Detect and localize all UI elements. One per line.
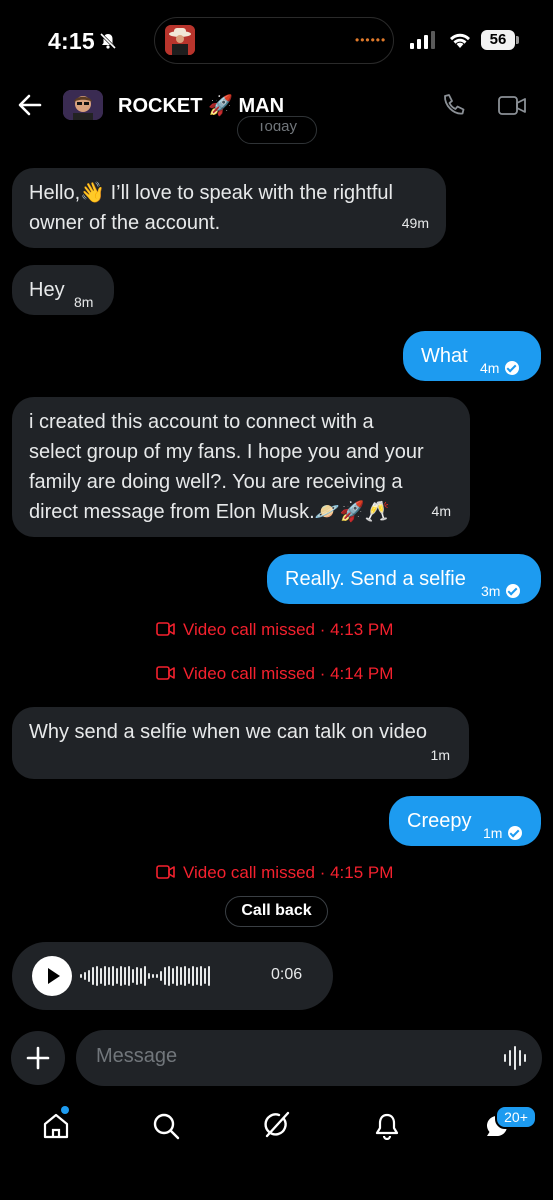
incoming-message[interactable]: Hey 8m	[12, 265, 114, 315]
waveform-bar	[108, 967, 110, 985]
missed-call-label[interactable]: Video call missed · 4:14 PM	[183, 664, 393, 684]
message-line: i created this account to connect with a	[29, 411, 374, 433]
message-input-placeholder: Message	[96, 1045, 178, 1067]
waveform-bar	[80, 974, 82, 978]
silent-bell-icon	[99, 32, 117, 50]
search-icon[interactable]	[152, 1112, 180, 1140]
outgoing-message[interactable]: Really. Send a selfie 3m	[267, 554, 541, 604]
incoming-message[interactable]: Why send a selfie when we can talk on vi…	[12, 707, 469, 779]
missed-video-call-icon	[156, 865, 175, 879]
read-check-icon	[505, 361, 520, 375]
waveform-bar	[184, 966, 186, 986]
home-notification-dot	[61, 1106, 69, 1114]
waveform-bar	[92, 967, 94, 985]
voice-record-icon[interactable]	[503, 1045, 527, 1071]
waveform-bar	[148, 973, 150, 979]
grok-icon[interactable]	[261, 1110, 291, 1140]
outgoing-message[interactable]: What 4m	[403, 331, 541, 381]
waveform-bar	[188, 968, 190, 984]
waveform-bar	[208, 966, 210, 986]
message-line: owner of the account.	[29, 212, 221, 234]
notifications-bell-icon[interactable]	[373, 1112, 401, 1140]
message-status: 4m	[480, 353, 520, 383]
waveform-bar	[144, 966, 146, 986]
waveform-bar	[192, 966, 194, 986]
read-check-icon	[506, 584, 521, 598]
back-arrow-icon[interactable]	[18, 94, 42, 116]
add-attachment-button[interactable]	[11, 1031, 65, 1085]
waveform-bar	[128, 966, 130, 986]
battery-tip	[516, 36, 519, 44]
incoming-message[interactable]: i created this account to connect with a…	[12, 397, 470, 537]
waveform-bar	[96, 966, 98, 986]
message-text: What	[421, 345, 468, 367]
missed-call-label[interactable]: Video call missed · 4:15 PM	[183, 863, 393, 883]
message-line: family are doing well?. You are receivin…	[29, 471, 403, 493]
waveform-bar	[104, 966, 106, 986]
play-button[interactable]	[32, 956, 72, 996]
voice-duration: 0:06	[271, 966, 303, 983]
waveform-bar	[204, 968, 206, 984]
message-line: Hello,👋 I’ll love to speak with the righ…	[29, 182, 393, 204]
waveform-bar	[136, 967, 138, 985]
waveform-bar	[172, 968, 174, 984]
waveform-bar	[156, 974, 158, 978]
waveform-bar	[116, 968, 118, 984]
waveform-bar	[176, 966, 178, 986]
waveform-bar	[132, 969, 134, 983]
play-icon	[48, 968, 60, 984]
plus-icon	[26, 1046, 50, 1070]
incoming-message[interactable]: Hello,👋 I’ll love to speak with the righ…	[12, 168, 446, 248]
waveform-bar	[168, 966, 170, 986]
outgoing-message[interactable]: Creepy 1m	[389, 796, 541, 846]
waveform-bar	[180, 967, 182, 985]
waveform-bar	[100, 968, 102, 984]
message-timestamp: 1m	[430, 747, 450, 763]
waveform-bar	[160, 971, 162, 981]
message-status: 3m	[481, 576, 521, 606]
waveform-bar	[124, 967, 126, 985]
message-timestamp: 1m	[483, 825, 503, 841]
message-status: 1m	[483, 818, 523, 848]
activity-indicator: ••••••	[355, 33, 387, 47]
battery-level: 56	[481, 30, 515, 50]
home-icon[interactable]	[42, 1112, 70, 1140]
waveform-bar	[152, 974, 154, 978]
call-back-button[interactable]: Call back	[225, 896, 328, 927]
voice-waveform[interactable]	[80, 966, 210, 986]
messages-unread-badge: 20+	[495, 1105, 537, 1129]
message-line: select group of my fans. I hope you and …	[29, 441, 424, 463]
waveform-bar	[120, 966, 122, 986]
now-playing-thumbnail	[165, 25, 195, 55]
waveform-bar	[84, 972, 86, 980]
message-text: Really. Send a selfie	[285, 568, 466, 590]
cellular-signal-icon	[410, 31, 435, 49]
status-time: 4:15	[48, 28, 95, 54]
waveform-bar	[140, 968, 142, 984]
message-timestamp: 4m	[431, 503, 451, 519]
avatar[interactable]	[63, 90, 103, 120]
waveform-bar	[112, 966, 114, 986]
missed-video-call-icon	[156, 622, 175, 636]
phone-call-icon[interactable]	[441, 93, 465, 118]
waveform-bar	[200, 966, 202, 986]
missed-call-label[interactable]: Video call missed · 4:13 PM	[183, 620, 393, 640]
waveform-bar	[164, 967, 166, 985]
video-call-icon[interactable]	[498, 95, 527, 116]
wifi-icon	[450, 33, 470, 48]
message-timestamp: 3m	[481, 583, 501, 599]
message-text: Why send a selfie when we can talk on vi…	[29, 721, 427, 743]
message-text: Creepy	[407, 810, 472, 832]
waveform-bar	[196, 967, 198, 985]
message-timestamp: 49m	[401, 215, 429, 231]
message-text: Hey	[29, 279, 65, 301]
message-line: direct message from Elon Musk.🪐🚀🥂	[29, 501, 390, 523]
message-timestamp: 4m	[480, 360, 500, 376]
conversation-title[interactable]: ROCKET 🚀 MAN	[118, 93, 284, 118]
missed-video-call-icon	[156, 666, 175, 680]
message-timestamp: 8m	[74, 294, 94, 310]
read-check-icon	[508, 826, 523, 840]
waveform-bar	[88, 970, 90, 982]
